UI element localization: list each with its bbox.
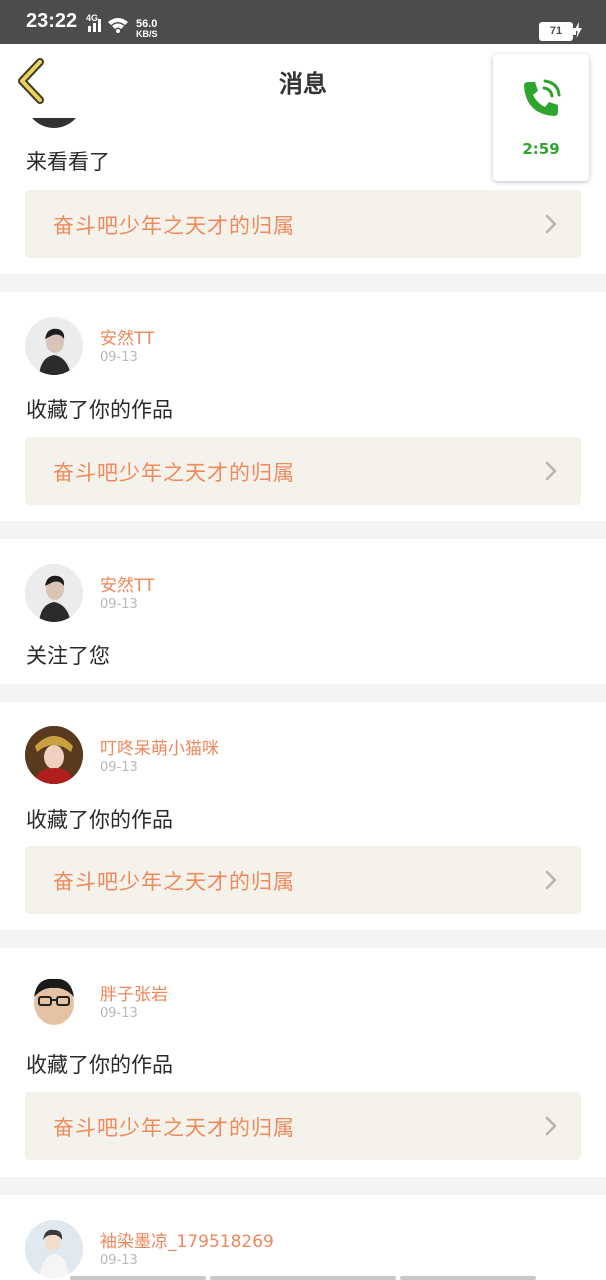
message-action: 来看看了 [26, 150, 110, 174]
message-action: 收藏了你的作品 [26, 398, 173, 422]
chevron-right-icon [545, 1116, 557, 1136]
user-photo-icon [25, 564, 83, 622]
status-bar: 23:22 4G 56.0 KB/S 71 [0, 0, 606, 44]
message-date: 09-13 [100, 1253, 138, 1268]
signal-icon: 4G [86, 13, 128, 33]
user-photo-icon [25, 1220, 83, 1278]
avatar[interactable] [25, 118, 83, 128]
network-speed: 56.0 KB/S [136, 18, 158, 40]
work-title: 奋斗吧少年之天才的归属 [53, 214, 295, 238]
user-photo-icon [25, 973, 83, 1031]
charging-icon [574, 22, 582, 38]
chevron-right-icon [545, 461, 557, 481]
chevron-right-icon [545, 214, 557, 234]
avatar[interactable] [25, 564, 83, 622]
bottom-gesture-bar [0, 1276, 606, 1280]
message-card: 安然TT 09-13 关注了您 [0, 539, 606, 684]
message-action: 关注了您 [26, 644, 110, 668]
work-link[interactable]: 奋斗吧少年之天才的归属 [25, 437, 581, 505]
message-date: 09-13 [100, 350, 138, 365]
message-card: 胖子张岩 09-13 收藏了你的作品 奋斗吧少年之天才的归属 [0, 948, 606, 1177]
work-title: 奋斗吧少年之天才的归属 [53, 1116, 295, 1140]
work-link[interactable]: 奋斗吧少年之天才的归属 [25, 846, 581, 914]
message-card: 袖染墨凉_179518269 09-13 [0, 1195, 606, 1280]
work-title: 奋斗吧少年之天才的归属 [53, 461, 295, 485]
username[interactable]: 安然TT [100, 324, 154, 349]
message-feed[interactable]: 来看看了 奋斗吧少年之天才的归属 安然TT 09-13 收藏了你的作品 奋斗吧少… [0, 118, 606, 1280]
avatar[interactable] [25, 973, 83, 1031]
call-timer: 2:59 [522, 140, 560, 158]
message-action: 收藏了你的作品 [26, 808, 173, 832]
work-title: 奋斗吧少年之天才的归属 [53, 870, 295, 894]
username[interactable]: 袖染墨凉_179518269 [100, 1227, 274, 1252]
message-date: 09-13 [100, 760, 138, 775]
message-card: 叮咚呆萌小猫咪 09-13 收藏了你的作品 奋斗吧少年之天才的归属 [0, 702, 606, 930]
username[interactable]: 胖子张岩 [100, 980, 168, 1005]
work-link[interactable]: 奋斗吧少年之天才的归属 [25, 190, 581, 258]
message-date: 09-13 [100, 597, 138, 612]
call-widget[interactable]: 2:59 [493, 54, 589, 181]
message-date: 09-13 [100, 1006, 138, 1021]
username[interactable]: 安然TT [100, 571, 154, 596]
status-time: 23:22 [26, 10, 78, 32]
message-card: 安然TT 09-13 收藏了你的作品 奋斗吧少年之天才的归属 [0, 292, 606, 521]
battery-indicator: 71 [539, 22, 576, 41]
avatar[interactable] [25, 317, 83, 375]
username[interactable]: 叮咚呆萌小猫咪 [100, 734, 219, 759]
work-link[interactable]: 奋斗吧少年之天才的归属 [25, 1092, 581, 1160]
user-photo-icon [25, 726, 83, 784]
phone-call-icon [524, 79, 561, 116]
avatar[interactable] [25, 1220, 83, 1278]
user-photo-icon [25, 317, 83, 375]
chevron-right-icon [545, 870, 557, 890]
avatar[interactable] [25, 726, 83, 784]
message-action: 收藏了你的作品 [26, 1053, 173, 1077]
svg-text:4G: 4G [86, 13, 98, 23]
